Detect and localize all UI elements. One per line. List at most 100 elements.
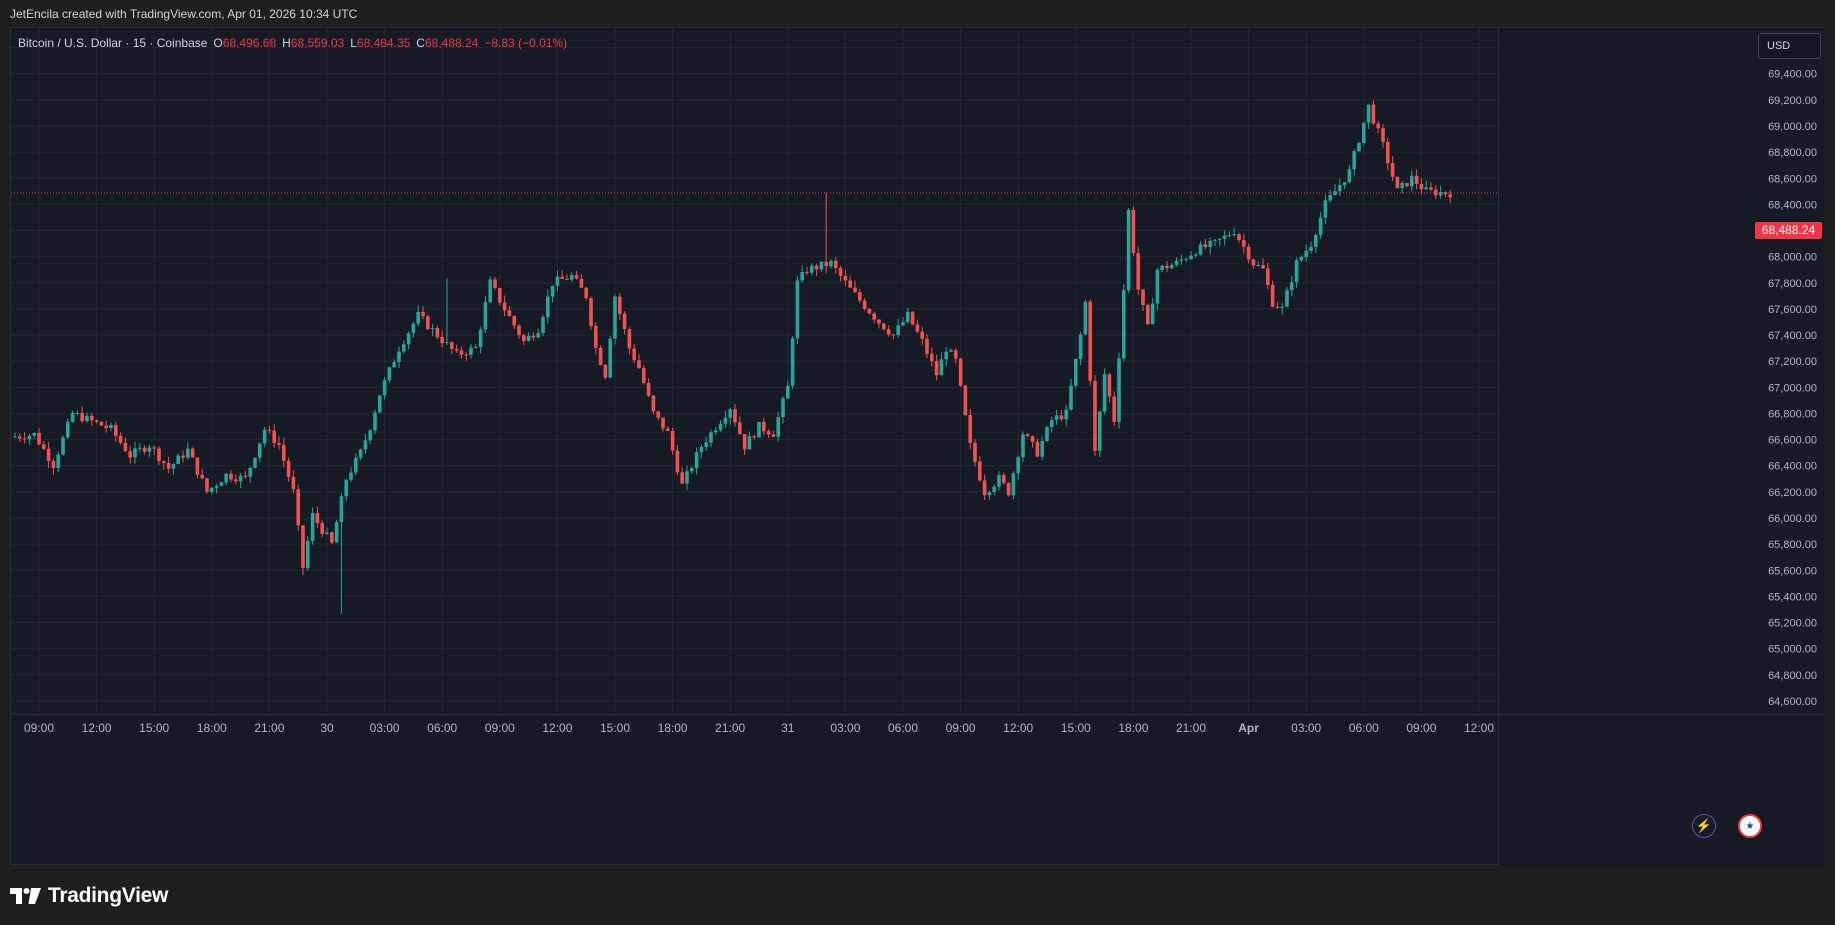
- candle-body: [541, 317, 545, 334]
- candle-body: [253, 457, 257, 468]
- candle-up: [728, 407, 732, 425]
- candle-body: [1002, 475, 1006, 483]
- price-tick-label: 69,000.00: [1768, 121, 1817, 133]
- candle-body: [1016, 457, 1020, 474]
- candle-body: [171, 464, 176, 469]
- candle-down: [493, 276, 497, 290]
- candle-body: [181, 455, 185, 458]
- candle-body: [1165, 265, 1169, 269]
- tradingview-brand[interactable]: TradingView: [10, 884, 168, 908]
- candle-body: [882, 323, 886, 330]
- candle-body: [1093, 380, 1097, 451]
- candle-body: [819, 261, 824, 270]
- candle-body: [824, 261, 828, 267]
- time-tick-label: 03:00: [830, 721, 860, 735]
- candlestick-chart[interactable]: 64,600.00 64,800.00 65,000.00 65,200.00 65,4…: [11, 28, 1825, 866]
- candle-down: [824, 193, 828, 274]
- candle-up: [133, 441, 137, 464]
- candle-down: [1131, 206, 1136, 257]
- candle-body: [128, 451, 132, 458]
- candle-up: [944, 347, 948, 367]
- candle-down: [598, 345, 603, 366]
- spark-assistant-icon[interactable]: ⚡: [1692, 814, 1716, 838]
- candle-up: [709, 429, 713, 448]
- time-tick-label: Apr: [1238, 721, 1259, 735]
- candle-down: [22, 431, 27, 444]
- candle-body: [200, 474, 204, 479]
- candle-body: [1232, 234, 1236, 236]
- candle-body: [704, 442, 708, 447]
- candle-down: [771, 430, 776, 438]
- symbol-name[interactable]: Bitcoin / U.S. Dollar · 15 · Coinbase: [18, 36, 207, 50]
- candle-up: [1064, 404, 1068, 427]
- candle-down: [296, 484, 300, 532]
- candle-body: [1246, 246, 1251, 260]
- candle-down: [286, 457, 291, 483]
- candle-down: [267, 425, 272, 434]
- candle-body: [848, 280, 852, 288]
- price-tick-label: 68,400.00: [1768, 199, 1817, 211]
- candle-down: [1112, 391, 1116, 426]
- candle-body: [886, 329, 891, 335]
- candle-body: [1112, 396, 1116, 422]
- candle-body: [1040, 441, 1044, 457]
- candle-up: [382, 376, 387, 400]
- candle-up: [358, 448, 363, 461]
- candle-body: [334, 522, 339, 543]
- candle-body: [94, 420, 99, 422]
- candle-up: [1328, 189, 1332, 203]
- candle-body: [440, 337, 444, 344]
- candle-up: [1323, 194, 1328, 225]
- symbol-legend[interactable]: Bitcoin / U.S. Dollar · 15 · Coinbase O6…: [18, 36, 567, 50]
- us-flag-icon[interactable]: ★: [1738, 814, 1762, 838]
- candle-body: [718, 423, 723, 431]
- candle-body: [762, 421, 766, 432]
- candle-body: [1390, 163, 1395, 177]
- candle-down: [627, 327, 632, 355]
- candle-body: [315, 513, 320, 524]
- candle-up: [70, 410, 75, 423]
- candle-body: [32, 432, 36, 436]
- candle-body: [1395, 176, 1400, 189]
- candle-body: [978, 461, 982, 481]
- candle-down: [37, 428, 41, 446]
- candle-body: [752, 436, 756, 438]
- candle-up: [373, 409, 377, 434]
- candle-body: [1419, 183, 1424, 190]
- candle-body: [757, 421, 761, 438]
- time-tick-label: 03:00: [370, 721, 400, 735]
- candle-down: [18, 433, 22, 442]
- candle-down: [1203, 239, 1208, 250]
- candle-up: [66, 418, 70, 440]
- candle-body: [690, 468, 694, 472]
- candle-up: [219, 481, 224, 486]
- candle-up: [608, 336, 612, 379]
- candle-down: [507, 306, 512, 317]
- candle-up: [258, 443, 262, 463]
- candle-down: [459, 346, 464, 359]
- candle-body: [733, 409, 737, 423]
- candle-down: [661, 417, 665, 432]
- chart-panel[interactable]: 64,600.00 64,800.00 65,000.00 65,200.00 65,4…: [10, 27, 1825, 866]
- candle-up: [1054, 409, 1059, 425]
- candle-down: [838, 265, 843, 282]
- candle-body: [934, 361, 939, 376]
- price-tick-label: 67,800.00: [1768, 278, 1817, 290]
- price-tick-label: 68,600.00: [1768, 173, 1817, 185]
- candle-up: [1198, 241, 1203, 256]
- candle-up: [704, 436, 708, 452]
- candle-body: [1131, 209, 1136, 254]
- currency-selector[interactable]: USD: [1758, 33, 1821, 59]
- candle-down: [104, 420, 108, 433]
- price-tick-label: 67,000.00: [1768, 382, 1817, 394]
- candle-body: [656, 411, 660, 418]
- candle-body: [1126, 209, 1131, 291]
- candle-down: [1165, 261, 1169, 273]
- candle-down: [920, 326, 924, 346]
- candle-up: [1170, 262, 1174, 269]
- candle-body: [1347, 169, 1352, 183]
- candle-down: [1434, 185, 1438, 200]
- candle-down: [882, 322, 886, 331]
- price-tick-label: 66,800.00: [1768, 408, 1817, 420]
- candle-body: [574, 275, 579, 279]
